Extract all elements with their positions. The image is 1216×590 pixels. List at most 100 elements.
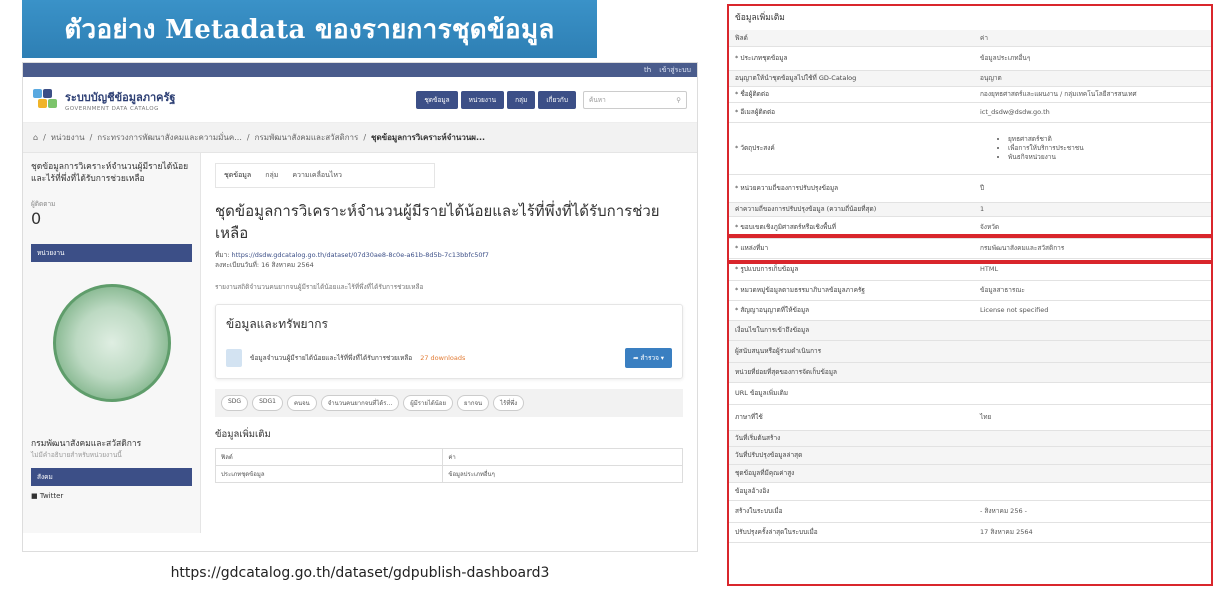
search-icon[interactable]: ⚲ [676,96,681,104]
table-row: หน่วยที่ย่อยที่สุดของการจัดเก็บข้อมูล [727,362,1213,383]
tag-item[interactable]: จำนวนคนยากจนที่ได้ร... [320,395,400,411]
site-logo[interactable]: ระบบบัญชีข้อมูลภาครัฐ GOVERNMENT DATA CA… [33,88,175,112]
organization-name[interactable]: กรมพัฒนาสังคมและสวัสดิการ [31,436,192,450]
metadata-field-value: ยุทธศาสตร์ชาติเพื่อการให้บริการประชาชนพั… [972,122,1213,175]
metadata-field-label: วันที่เริ่มต้นสร้าง [727,430,972,447]
resource-name[interactable]: ข้อมูลจำนวนผู้มีรายได้น้อยและไร้ที่พึ่งท… [250,353,412,363]
organization-seal-logo [52,284,171,402]
metadata-field-label: * ประเภทชุดข้อมูล [727,46,972,71]
metadata-field-value: License not specified [972,300,1213,321]
metadata-field-value: 1 [972,202,1213,217]
explore-button[interactable]: ➦ สำรวจ ▾ [625,348,672,368]
title-banner: ตัวอย่าง Metadata ของรายการชุดข้อมูล [22,0,597,58]
slide: ตัวอย่าง Metadata ของรายการชุดข้อมูล th … [0,0,1216,590]
metadata-field-label: ฟิลด์ [727,30,972,47]
source-url-link[interactable]: https://dsdw.gdcatalog.go.th/dataset/07d… [232,251,489,259]
nav-groups[interactable]: กลุ่ม [507,90,536,109]
list-item: ยุทธศาสตร์ชาติ [1008,135,1205,144]
table-row: * หน่วยความถี่ของการปรับปรุงข้อมูล ปี [727,174,1213,203]
tag-item[interactable]: ยากจน [456,395,490,411]
metadata-field-label: * หมวดหมู่ข้อมูลตามธรรมาภิบาลข้อมูลภาครั… [727,280,972,301]
table-row: * อีเมลผู้ติดต่อ ict_dsdw@dsdw.go.th [727,102,1213,123]
breadcrumb-department[interactable]: กรมพัฒนาสังคมและสวัสดิการ [255,131,359,144]
sidebar-dataset-title: ชุดข้อมูลการวิเคราะห์จำนวนผู้มีรายได้น้อ… [31,162,189,184]
metadata-field-value [972,446,1213,465]
resource-downloads: 27 downloads [420,354,466,362]
table-row: * วัตถุประสงค์ยุทธศาสตร์ชาติเพื่อการให้บ… [727,122,1213,175]
tab-groups[interactable]: กลุ่ม [265,170,278,181]
nav-about[interactable]: เกี่ยวกับ [538,90,576,109]
table-row: ฟิลด์ ค่า [214,448,683,466]
dataset-tabs: ชุดข้อมูล กลุ่ม ความเคลื่อนไหว [215,163,435,188]
login-link[interactable]: เข้าสู่ระบบ [659,65,691,76]
table-row: * ขอบเขตเชิงภูมิศาสตร์หรือเชิงพื้นที่ จัง… [727,216,1213,239]
metadata-field-label: สร้างในระบบเมื่อ [727,500,972,523]
table-row: URL ข้อมูลเพิ่มเติม [727,382,1213,405]
resource-item: ข้อมูลจำนวนผู้มีรายได้น้อยและไร้ที่พึ่งท… [226,348,672,368]
twitter-share-link[interactable]: ■ Twitter [31,492,192,500]
tag-item[interactable]: SDG1 [252,395,283,411]
main-nav: ชุดข้อมูล หน่วยงาน กลุ่ม เกี่ยวกับ ค้นหา… [416,90,687,109]
metadata-heading: ข้อมูลเพิ่มเติม [735,13,785,23]
table-row: อนุญาตให้นำชุดข้อมูลไปใช้ที่ GD-Catalog อ… [727,70,1213,87]
metadata-field-value: ข้อมูลประเภทอื่นๆ [972,46,1213,71]
metadata-field-value: ข้อมูลสาธารณะ [972,280,1213,301]
table-row: ประเภทชุดข้อมูล ข้อมูลประเภทอื่นๆ [214,465,683,483]
table-row: ปรับปรุงครั้งล่าสุดในระบบเมื่อ 17 สิงหาคม… [727,522,1213,543]
metadata-field-label: ข้อมูลอ้างอิง [727,482,972,501]
table-row: * สัญญาอนุญาตที่ให้ข้อมูล License not spe… [727,300,1213,321]
organization-section-header: หน่วยงาน [31,244,192,262]
metadata-field-value: 17 สิงหาคม 2564 [972,522,1213,543]
table-row: ฟิลด์ ค่า [727,30,1213,47]
breadcrumb-current[interactable]: ชุดข้อมูลการวิเคราะห์จำนวนผ... [371,131,485,144]
metadata-field-label: * สัญญาอนุญาตที่ให้ข้อมูล [727,300,972,321]
dataset-registered-date: ลงทะเบียนวันที่: 16 สิงหาคม 2564 [215,261,314,269]
breadcrumb-organizations[interactable]: หน่วยงาน [51,131,85,144]
metadata-field-label: ผู้สนับสนุนหรือผู้ร่วมดำเนินการ [727,340,972,363]
metadata-field-value [972,482,1213,501]
table-row: * หมวดหมู่ข้อมูลตามธรรมาภิบาลข้อมูลภาครั… [727,280,1213,301]
table-row: * ชื่อผู้ติดต่อ กองยุทธศาสตร์และแผนงาน / … [727,86,1213,103]
metadata-field-label: * แหล่งที่มา [727,238,972,259]
metadata-field-label: * ขอบเขตเชิงภูมิศาสตร์หรือเชิงพื้นที่ [727,216,972,239]
metadata-panel: ข้อมูลเพิ่มเติม ฟิลด์ ค่า * ประเภทชุดข้อมู… [727,4,1213,586]
tag-item[interactable]: ผู้มีรายได้น้อย [403,395,453,411]
additional-info-table: ฟิลด์ ค่า ประเภทชุดข้อมูล ข้อมูลประเภทอื่น… [214,448,683,483]
table-row: * ประเภทชุดข้อมูล ข้อมูลประเภทอื่นๆ [727,46,1213,71]
breadcrumb-ministry[interactable]: กระทรวงการพัฒนาสังคมและความมั่นค... [97,131,242,144]
tab-dataset[interactable]: ชุดข้อมูล [224,170,251,181]
home-icon[interactable]: ⌂ [33,133,38,142]
metadata-field-value [972,320,1213,341]
metadata-field-label: * อีเมลผู้ติดต่อ [727,102,972,123]
metadata-field-label: วันที่ปรับปรุงข้อมูลล่าสุด [727,446,972,465]
tag-list: SDG SDG1 คนจน จำนวนคนยากจนที่ได้ร... ผู้… [215,389,683,417]
metadata-field-label: * ชื่อผู้ติดต่อ [727,86,972,103]
dataset-description: รายงานสถิติจำนวนคนยากจนผู้มีรายได้น้อยแล… [215,283,424,291]
metadata-field-label: URL ข้อมูลเพิ่มเติม [727,382,972,405]
language-link[interactable]: th [644,66,651,74]
metadata-field-label: * วัตถุประสงค์ [727,122,972,175]
metadata-field-value [972,340,1213,363]
metadata-field-value: ปี [972,174,1213,203]
tag-item[interactable]: ไร้ที่พึ่ง [493,395,525,411]
metadata-table: ฟิลด์ ค่า * ประเภทชุดข้อมูล ข้อมูลประเภทอื่… [727,30,1213,543]
dataset-title: ชุดข้อมูลการวิเคราะห์จำนวนผู้มีรายได้น้อ… [215,202,660,242]
tag-item[interactable]: คนจน [286,395,317,411]
organization-description: ไม่มีคำอธิบายสำหรับหน่วยงานนี้ [31,451,122,459]
nav-organizations[interactable]: หน่วยงาน [460,90,505,109]
metadata-field-label: หน่วยที่ย่อยที่สุดของการจัดเก็บข้อมูล [727,362,972,383]
table-row: เงื่อนไขในการเข้าถึงข้อมูล [727,320,1213,341]
nav-datasets[interactable]: ชุดข้อมูล [416,90,458,109]
breadcrumb: ⌂ / หน่วยงาน / กระทรวงการพัฒนาสังคมและความ… [23,123,697,153]
table-row: * รูปแบบการเก็บข้อมูล HTML [727,258,1213,281]
search-input[interactable]: ค้นหา ⚲ [583,90,687,109]
tag-item[interactable]: SDG [221,395,249,411]
tab-activity[interactable]: ความเคลื่อนไหว [292,170,342,181]
metadata-field-label: ปรับปรุงครั้งล่าสุดในระบบเมื่อ [727,522,972,543]
metadata-field-value: จังหวัด [972,216,1213,239]
metadata-field-label: เงื่อนไขในการเข้าถึงข้อมูล [727,320,972,341]
logo-icon [33,88,59,111]
list-item: พันธกิจหน่วยงาน [1008,153,1205,162]
metadata-field-value: ค่า [972,30,1213,47]
followers-count: 0 [31,209,42,228]
